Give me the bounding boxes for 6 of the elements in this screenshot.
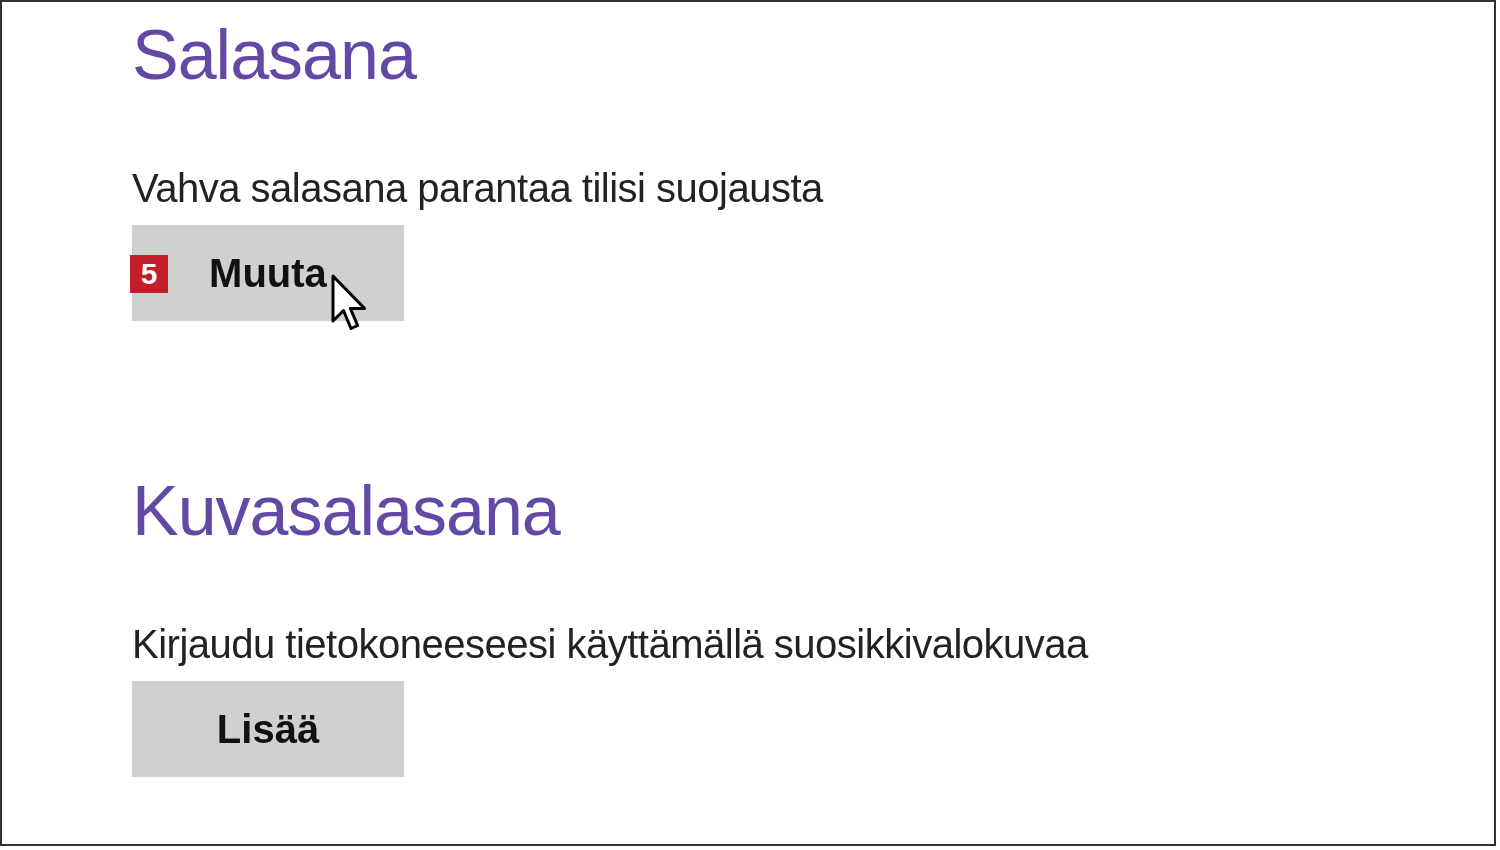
step-badge: 5 bbox=[130, 255, 168, 293]
section-heading: Salasana bbox=[132, 15, 418, 96]
action-button[interactable]: Lisää bbox=[132, 681, 404, 777]
section-heading: Kuvasalasana bbox=[132, 471, 562, 552]
section-description: Vahva salasana parantaa tilisi suojausta bbox=[132, 166, 825, 210]
section-description: Kirjaudu tietokoneeseesi käyttämällä suosikkivalokuvaa bbox=[132, 622, 1090, 666]
